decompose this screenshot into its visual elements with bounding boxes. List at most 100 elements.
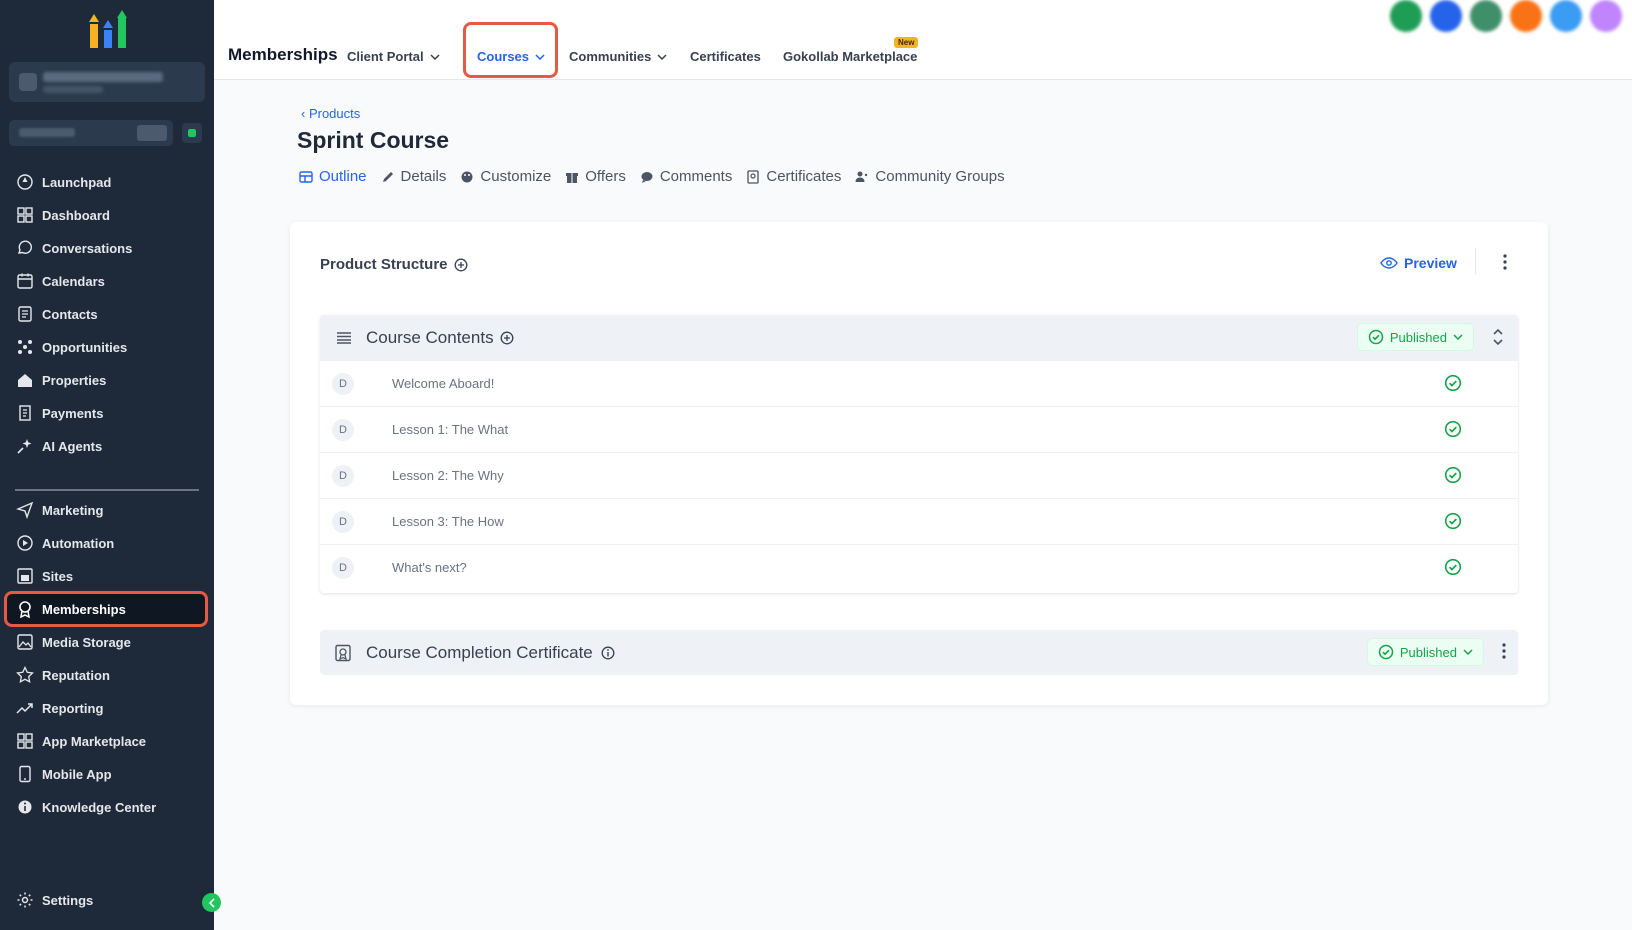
sidebar-item-mobile-app[interactable]: Mobile App bbox=[6, 758, 206, 790]
drag-handle-icon[interactable] bbox=[336, 331, 352, 344]
app-logo-icon[interactable] bbox=[86, 10, 130, 50]
sidebar-item-label: Settings bbox=[42, 892, 94, 908]
sidebar-divider bbox=[15, 489, 199, 491]
tab-highlight-box bbox=[463, 22, 558, 78]
sidebar-item-marketing[interactable]: Marketing bbox=[6, 494, 206, 526]
draft-badge: D bbox=[332, 465, 354, 487]
sidebar-item-ai-agents[interactable]: AI Agents bbox=[6, 430, 206, 462]
chat-icon bbox=[17, 240, 32, 254]
award-icon bbox=[19, 601, 31, 618]
subtab-certificates[interactable]: Certificates bbox=[746, 168, 841, 185]
divider bbox=[1475, 248, 1476, 274]
receipt-icon bbox=[19, 405, 31, 421]
lesson-title: What's next? bbox=[392, 560, 467, 575]
check-circle-icon bbox=[1444, 466, 1462, 484]
quick-action-button[interactable] bbox=[182, 123, 202, 143]
info-icon[interactable] bbox=[601, 646, 615, 660]
top-bar: Memberships Client Portal Courses Commun… bbox=[214, 0, 1632, 80]
chevron-down-icon bbox=[1463, 649, 1473, 655]
opportunities-icon bbox=[18, 340, 32, 354]
subtab-offers[interactable]: Offers bbox=[565, 168, 626, 185]
certificate-title: Course Completion Certificate bbox=[366, 642, 593, 662]
comment-icon bbox=[641, 171, 653, 183]
mobile-icon bbox=[19, 765, 31, 783]
avatar[interactable] bbox=[1390, 0, 1422, 32]
sidebar-item-label: Reporting bbox=[42, 700, 104, 716]
course-contents-header[interactable]: Course Contents Published bbox=[320, 315, 1518, 360]
avatar[interactable] bbox=[1470, 0, 1502, 32]
preview-button[interactable]: Preview bbox=[1380, 255, 1457, 271]
avatar[interactable] bbox=[1590, 0, 1622, 32]
sidebar-item-reporting[interactable]: Reporting bbox=[6, 692, 206, 724]
avatar[interactable] bbox=[1430, 0, 1462, 32]
tab-communities[interactable]: Communities bbox=[569, 49, 667, 64]
gift-icon bbox=[566, 172, 579, 183]
status-dropdown[interactable]: Published bbox=[1356, 323, 1474, 351]
add-circle-icon[interactable] bbox=[454, 258, 468, 272]
sidebar-item-properties[interactable]: Properties bbox=[6, 364, 206, 396]
certificate-icon bbox=[335, 644, 351, 661]
kebab-icon bbox=[1503, 254, 1507, 270]
sidebar-item-payments[interactable]: Payments bbox=[6, 397, 206, 429]
lesson-row[interactable]: D Welcome Aboard! bbox=[320, 360, 1518, 406]
lesson-title: Lesson 1: The What bbox=[392, 422, 509, 437]
subtab-outline[interactable]: Outline bbox=[299, 168, 367, 185]
avatar[interactable] bbox=[1550, 0, 1582, 32]
account-switcher[interactable] bbox=[9, 62, 205, 102]
sidebar-item-label: Memberships bbox=[42, 601, 126, 617]
certificate-section[interactable]: Course Completion Certificate Published bbox=[320, 630, 1518, 675]
tab-client-portal[interactable]: Client Portal bbox=[347, 49, 440, 64]
sidebar-item-label: Launchpad bbox=[42, 174, 112, 190]
chevron-down-icon bbox=[430, 53, 440, 60]
eye-icon bbox=[1380, 257, 1398, 269]
sidebar-item-dashboard[interactable]: Dashboard bbox=[6, 199, 206, 231]
palette-icon bbox=[461, 171, 473, 182]
subtab-comments[interactable]: Comments bbox=[640, 168, 732, 185]
sidebar-item-reputation[interactable]: Reputation bbox=[6, 659, 206, 691]
sidebar-item-settings[interactable]: Settings bbox=[6, 884, 206, 916]
sidebar-item-label: Media Storage bbox=[42, 634, 131, 650]
page-title: Sprint Course bbox=[297, 127, 450, 153]
section-title: Memberships bbox=[228, 45, 338, 64]
sidebar-item-conversations[interactable]: Conversations bbox=[6, 232, 206, 264]
avatar[interactable] bbox=[1510, 0, 1542, 32]
certificate-status-dropdown[interactable]: Published bbox=[1366, 638, 1484, 666]
sidebar-item-label: Conversations bbox=[42, 240, 133, 256]
check-circle-icon bbox=[1378, 644, 1394, 660]
tab-certificates[interactable]: Certificates bbox=[690, 49, 761, 64]
sidebar-item-sites[interactable]: Sites bbox=[6, 560, 206, 592]
tab-gokollab-marketplace[interactable]: Gokollab Marketplace bbox=[783, 49, 917, 64]
sidebar-item-automation[interactable]: Automation bbox=[6, 527, 206, 559]
draft-badge: D bbox=[332, 557, 354, 579]
collapse-sidebar-button[interactable] bbox=[202, 893, 221, 912]
chevron-down-icon bbox=[1453, 334, 1463, 340]
contacts-icon bbox=[18, 306, 32, 322]
more-options-button[interactable] bbox=[1495, 252, 1515, 272]
lesson-row[interactable]: D What's next? bbox=[320, 544, 1518, 590]
kebab-icon[interactable] bbox=[1502, 643, 1506, 659]
sidebar-item-label: Marketing bbox=[42, 502, 104, 518]
sidebar-item-knowledge-center[interactable]: Knowledge Center bbox=[6, 791, 206, 823]
home-icon bbox=[18, 374, 32, 387]
subtab-customize[interactable]: Customize bbox=[460, 168, 551, 185]
add-circle-icon[interactable] bbox=[500, 331, 514, 345]
dashboard-icon bbox=[17, 207, 33, 223]
sidebar-item-media-storage[interactable]: Media Storage bbox=[6, 626, 206, 658]
rocket-icon bbox=[17, 174, 33, 190]
sidebar-item-calendars[interactable]: Calendars bbox=[6, 265, 206, 297]
lesson-row[interactable]: D Lesson 2: The Why bbox=[320, 452, 1518, 498]
sidebar-item-opportunities[interactable]: Opportunities bbox=[6, 331, 206, 363]
sidebar-search-input[interactable] bbox=[9, 120, 173, 146]
lesson-row[interactable]: D Lesson 1: The What bbox=[320, 406, 1518, 452]
sidebar-item-app-marketplace[interactable]: App Marketplace bbox=[6, 725, 206, 757]
sidebar-item-contacts[interactable]: Contacts bbox=[6, 298, 206, 330]
sidebar-item-memberships[interactable]: Memberships bbox=[4, 591, 208, 627]
check-circle-icon bbox=[1444, 374, 1462, 392]
course-subtabs: Outline Details Customize Offers Comment… bbox=[299, 168, 1005, 185]
expand-collapse-icon[interactable] bbox=[1492, 327, 1504, 347]
lesson-row[interactable]: D Lesson 3: The How bbox=[320, 498, 1518, 544]
subtab-details[interactable]: Details bbox=[381, 168, 446, 185]
back-to-products-link[interactable]: ‹ Products bbox=[301, 106, 360, 121]
subtab-community-groups[interactable]: Community Groups bbox=[855, 168, 1005, 185]
sidebar-item-launchpad[interactable]: Launchpad bbox=[6, 166, 206, 198]
